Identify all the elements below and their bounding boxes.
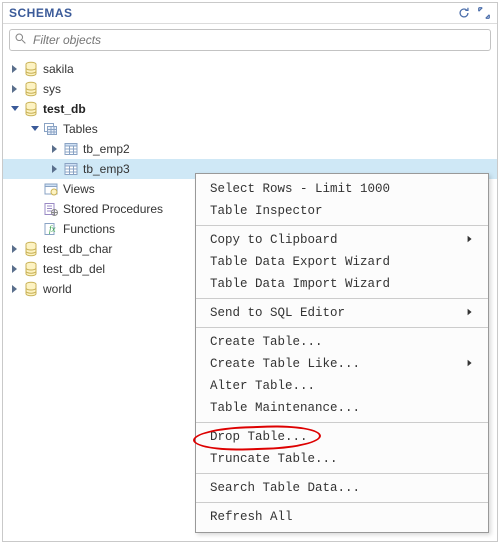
filter-input[interactable] — [31, 31, 486, 49]
menu-item-label: Table Maintenance... — [210, 401, 360, 415]
tree-item-label: test_db — [43, 102, 86, 116]
chevron-down-icon[interactable] — [9, 103, 21, 115]
tree-item-label: test_db_char — [43, 242, 112, 256]
menu-item-label: Refresh All — [210, 510, 293, 524]
tree-item-label: sys — [43, 82, 61, 96]
db-icon — [23, 61, 39, 77]
chevron-right-icon — [466, 233, 474, 247]
func-icon: fx — [43, 221, 59, 237]
menu-item-label: Send to SQL Editor — [210, 306, 345, 320]
chevron-right-icon[interactable] — [49, 143, 61, 155]
menu-separator — [196, 473, 488, 474]
menu-item-truncate-table[interactable]: Truncate Table... — [196, 448, 488, 470]
panel-title: SCHEMAS — [9, 6, 73, 20]
tree-item-sys[interactable]: sys — [3, 79, 497, 99]
filter-row — [9, 29, 491, 51]
menu-separator — [196, 225, 488, 226]
menu-item-create-table[interactable]: Create Table... — [196, 331, 488, 353]
menu-item-create-table-like[interactable]: Create Table Like... — [196, 353, 488, 375]
view-icon — [43, 181, 59, 197]
menu-item-select-rows-limit-1000[interactable]: Select Rows - Limit 1000 — [196, 178, 488, 200]
chevron-right-icon[interactable] — [9, 63, 21, 75]
tree-item-label: tb_emp2 — [83, 142, 130, 156]
panel-header: SCHEMAS — [3, 3, 497, 24]
chevron-right-icon[interactable] — [9, 83, 21, 95]
tree-item-label: sakila — [43, 62, 74, 76]
menu-item-label: Table Inspector — [210, 204, 323, 218]
db-icon — [23, 101, 39, 117]
menu-item-table-maintenance[interactable]: Table Maintenance... — [196, 397, 488, 419]
menu-item-refresh-all[interactable]: Refresh All — [196, 506, 488, 528]
chevron-right-icon[interactable] — [9, 283, 21, 295]
menu-item-label: Truncate Table... — [210, 452, 338, 466]
db-icon — [23, 261, 39, 277]
expand-icon[interactable] — [477, 6, 491, 20]
menu-item-label: Select Rows - Limit 1000 — [210, 182, 390, 196]
menu-item-send-to-sql-editor[interactable]: Send to SQL Editor — [196, 302, 488, 324]
tree-item-label: Stored Procedures — [63, 202, 163, 216]
menu-item-label: Table Data Export Wizard — [210, 255, 390, 269]
table-icon — [63, 161, 79, 177]
menu-separator — [196, 327, 488, 328]
table-icon — [63, 141, 79, 157]
schemas-panel: SCHEMAS sakila sys test_db Tables tb_emp2 tb_… — [2, 2, 498, 542]
menu-item-label: Search Table Data... — [210, 481, 360, 495]
menu-item-table-inspector[interactable]: Table Inspector — [196, 200, 488, 222]
menu-separator — [196, 502, 488, 503]
menu-item-label: Drop Table... — [210, 430, 308, 444]
tables-icon — [43, 121, 59, 137]
tree-item-tb-emp2[interactable]: tb_emp2 — [3, 139, 497, 159]
chevron-right-icon[interactable] — [9, 263, 21, 275]
menu-item-label: Table Data Import Wizard — [210, 277, 390, 291]
chevron-right-icon — [466, 357, 474, 371]
tree-item-label: Functions — [63, 222, 115, 236]
tree-item-label: Views — [63, 182, 95, 196]
menu-item-table-data-import-wizard[interactable]: Table Data Import Wizard — [196, 273, 488, 295]
tree-item-label: world — [43, 282, 72, 296]
chevron-right-icon[interactable] — [9, 243, 21, 255]
menu-item-label: Copy to Clipboard — [210, 233, 338, 247]
db-icon — [23, 281, 39, 297]
db-icon — [23, 241, 39, 257]
svg-text:fx: fx — [49, 224, 56, 234]
menu-item-drop-table[interactable]: Drop Table... — [196, 426, 488, 448]
menu-separator — [196, 298, 488, 299]
menu-item-label: Create Table... — [210, 335, 323, 349]
tree-item-test-db[interactable]: test_db — [3, 99, 497, 119]
tree-item-label: Tables — [63, 122, 98, 136]
refresh-icon[interactable] — [457, 6, 471, 20]
menu-item-copy-to-clipboard[interactable]: Copy to Clipboard — [196, 229, 488, 251]
menu-separator — [196, 422, 488, 423]
tree-item-label: tb_emp3 — [83, 162, 130, 176]
menu-item-search-table-data[interactable]: Search Table Data... — [196, 477, 488, 499]
header-icons — [457, 6, 491, 20]
menu-item-alter-table[interactable]: Alter Table... — [196, 375, 488, 397]
table-context-menu: Select Rows - Limit 1000 Table Inspector C… — [195, 173, 489, 533]
tree-item-sakila[interactable]: sakila — [3, 59, 497, 79]
chevron-right-icon — [466, 306, 474, 320]
proc-icon — [43, 201, 59, 217]
search-icon — [14, 32, 27, 48]
db-icon — [23, 81, 39, 97]
tree-item-label: test_db_del — [43, 262, 105, 276]
menu-item-table-data-export-wizard[interactable]: Table Data Export Wizard — [196, 251, 488, 273]
menu-item-label: Alter Table... — [210, 379, 315, 393]
tree-item-tables[interactable]: Tables — [3, 119, 497, 139]
menu-item-label: Create Table Like... — [210, 357, 360, 371]
chevron-right-icon[interactable] — [49, 163, 61, 175]
chevron-down-icon[interactable] — [29, 123, 41, 135]
